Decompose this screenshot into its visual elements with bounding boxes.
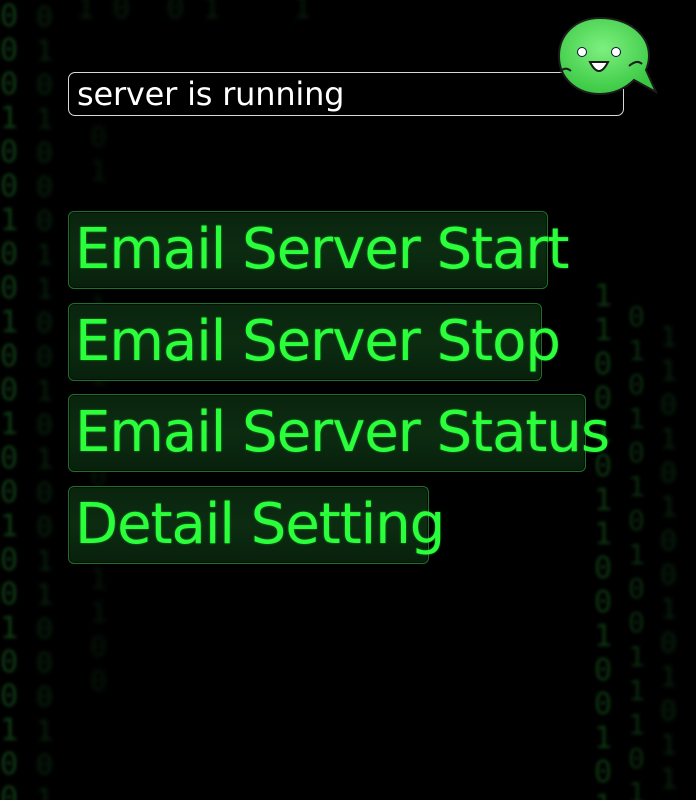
matrix-rain-decoration: 1 1 0 1 0 1 0 0 1 0 1 0 1 1	[660, 320, 677, 795]
email-server-stop-button[interactable]: Email Server Stop	[68, 303, 561, 381]
matrix-rain-decoration: 0 0 0 1 0 0 1 0 0 1 0 0 1 0 0 1 0 0 1 0 …	[0, 0, 19, 800]
email-server-start-label: Email Server Start	[75, 217, 569, 282]
matrix-rain-decoration: 1 1 0 0 1 0 1 1 0 0 1 0 0 1 0 1	[594, 279, 613, 800]
matrix-rain-decoration: 0 1 0 1 0 1 0 1 0 0 1 1 1 0 1	[628, 300, 645, 800]
chat-bubble-face-icon[interactable]	[556, 14, 660, 106]
detail-setting-button[interactable]: Detail Setting	[68, 486, 445, 564]
matrix-rain-decoration: 1 0 0 1 1	[40, 0, 311, 26]
detail-setting-label: Detail Setting	[75, 492, 445, 557]
matrix-rain-decoration: 0 1 0 1 0 0 0 1 1 0 0 1 0 1 0 0 1 1 0 0 …	[36, 0, 53, 800]
email-server-status-label: Email Server Status	[75, 400, 610, 465]
status-display: server is running	[68, 72, 624, 116]
app-screen: 1 0 0 1 1 0 0 0 1 0 0 1 0 0 1 0 0 1 0 0 …	[0, 0, 696, 800]
email-server-status-button[interactable]: Email Server Status	[68, 394, 610, 472]
status-text: server is running	[77, 75, 345, 113]
email-server-stop-label: Email Server Stop	[75, 309, 561, 374]
email-server-start-button[interactable]: Email Server Start	[68, 211, 569, 289]
